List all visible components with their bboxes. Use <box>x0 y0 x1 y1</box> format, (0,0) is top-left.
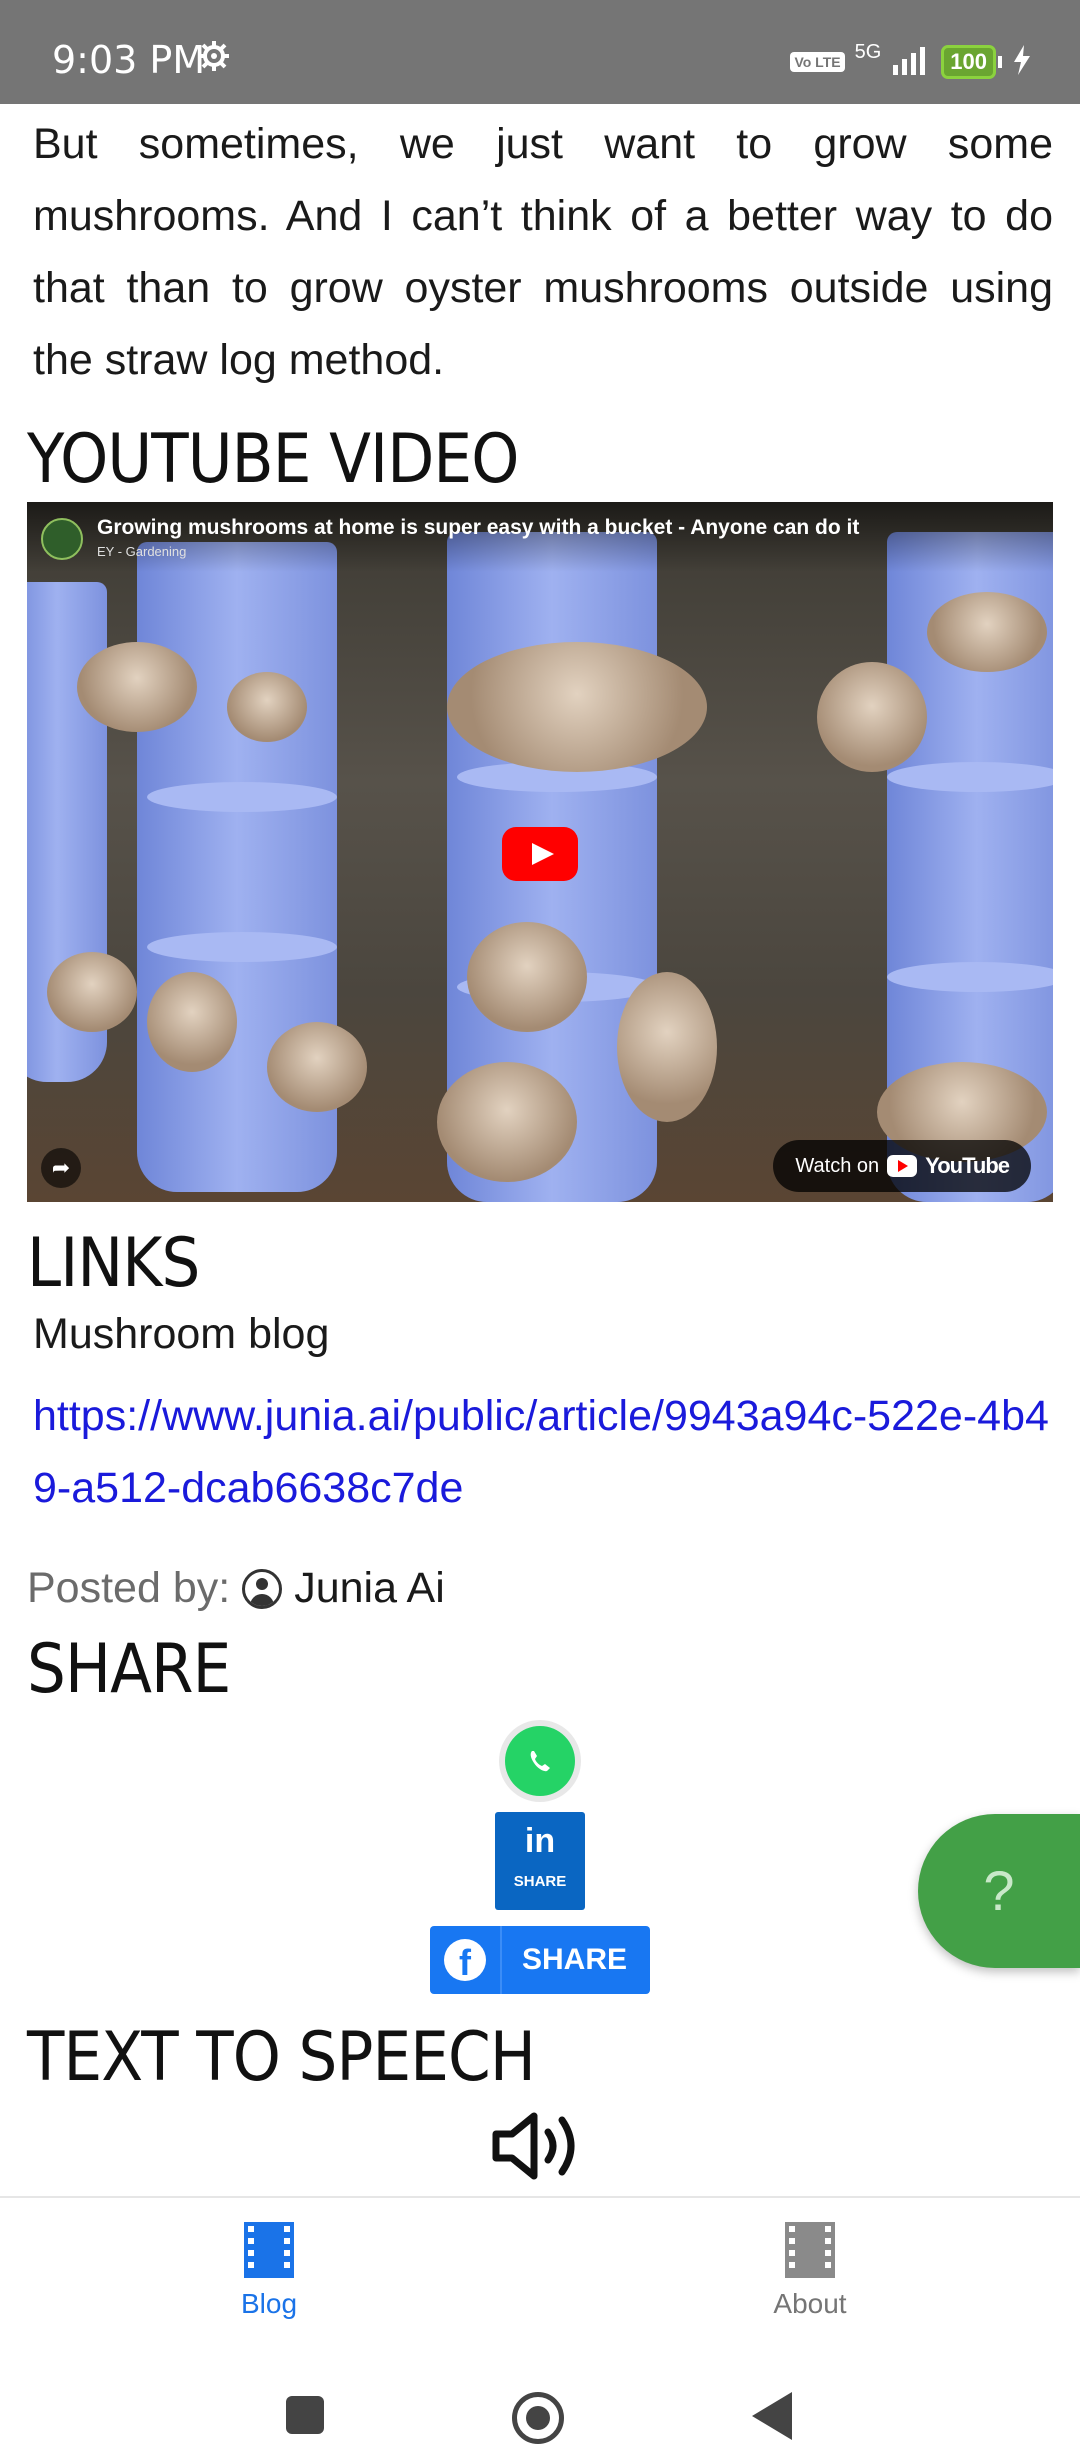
mushroom-cluster <box>147 972 237 1072</box>
blog-link[interactable]: https://www.junia.ai/public/article/9943… <box>33 1380 1053 1524</box>
back-button-icon[interactable] <box>752 2392 792 2440</box>
mushroom-cluster <box>77 642 197 732</box>
linkedin-icon: in <box>524 1822 556 1860</box>
youtube-embed[interactable]: Growing mushrooms at home is super easy … <box>27 502 1053 1202</box>
whatsapp-share-button[interactable] <box>499 1720 581 1802</box>
mushroom-cluster <box>267 1022 367 1112</box>
mushroom-cluster <box>447 642 707 772</box>
linkedin-share-button[interactable]: in SHARE <box>495 1812 585 1910</box>
video-title[interactable]: Growing mushrooms at home is super easy … <box>97 516 859 540</box>
video-channel[interactable]: EY - Gardening <box>97 544 186 559</box>
mushroom-cluster <box>467 922 587 1032</box>
nav-blog-label: Blog <box>240 2288 298 2319</box>
mushroom-cluster <box>47 952 137 1032</box>
battery-tip-icon <box>998 56 1002 68</box>
film-icon <box>244 2222 294 2278</box>
mushroom-cluster <box>227 672 307 742</box>
nav-about-label: About <box>773 2288 847 2319</box>
youtube-logo-icon <box>887 1155 918 1177</box>
share-arrow-icon[interactable]: ➦ <box>41 1148 81 1188</box>
whatsapp-icon <box>505 1726 575 1796</box>
bucket-rim <box>147 782 337 812</box>
facebook-divider <box>500 1926 502 1994</box>
bucket-rim <box>887 962 1053 992</box>
charging-icon <box>1012 44 1032 80</box>
signal-icon <box>891 45 931 80</box>
user-avatar-icon <box>242 1568 283 1609</box>
linkedin-share-label: SHARE <box>513 1873 567 1890</box>
tts-heading: TEXT TO SPEECH <box>27 2018 536 2097</box>
posted-by-label: Posted by: <box>27 1564 231 1612</box>
help-button[interactable]: ? <box>918 1814 1080 1968</box>
bucket-rim <box>147 932 337 962</box>
play-button-icon[interactable] <box>502 827 578 881</box>
settings-gear-icon <box>198 40 230 77</box>
facebook-icon: f <box>444 1939 486 1981</box>
mushroom-cluster <box>927 592 1047 672</box>
mushroom-cluster <box>617 972 717 1122</box>
channel-logo[interactable] <box>41 518 83 560</box>
author-name: Junia Ai <box>294 1564 445 1612</box>
youtube-heading: YOUTUBE VIDEO <box>27 420 519 499</box>
bottom-navigation: Blog About <box>0 2196 1080 2338</box>
film-icon <box>785 2222 835 2278</box>
battery-level: 100 <box>941 45 996 79</box>
link-label: Mushroom blog <box>33 1310 330 1358</box>
volte-badge: Vo LTE <box>790 52 845 72</box>
watch-on-label: Watch on <box>795 1154 880 1177</box>
nav-tab-about[interactable]: About <box>710 2222 910 2320</box>
bucket-rim <box>887 762 1053 792</box>
status-time: 9:03 PM <box>52 38 206 82</box>
recents-button-icon[interactable] <box>286 2396 324 2434</box>
article-paragraph: But sometimes, we just want to grow some… <box>33 120 1053 384</box>
mushroom-cluster <box>817 662 927 772</box>
status-bar: 9:03 PM Vo LTE 5G 100 <box>0 0 1080 104</box>
system-navigation-bar <box>0 2336 1080 2460</box>
share-heading: SHARE <box>27 1630 231 1709</box>
home-button-icon[interactable] <box>512 2392 564 2444</box>
mushroom-cluster <box>437 1062 577 1182</box>
youtube-wordmark: YouTube <box>925 1153 1010 1178</box>
posted-by: Posted by: Junia Ai <box>27 1564 445 1613</box>
nav-tab-blog[interactable]: Blog <box>169 2222 369 2320</box>
network-type: 5G <box>854 40 882 63</box>
speaker-icon[interactable] <box>490 2108 590 2189</box>
watch-on-youtube-button[interactable]: Watch on YouTube <box>773 1140 1031 1192</box>
facebook-share-button[interactable]: f SHARE <box>430 1926 650 1994</box>
links-heading: LINKS <box>27 1224 200 1303</box>
facebook-share-label: SHARE <box>522 1943 628 1976</box>
